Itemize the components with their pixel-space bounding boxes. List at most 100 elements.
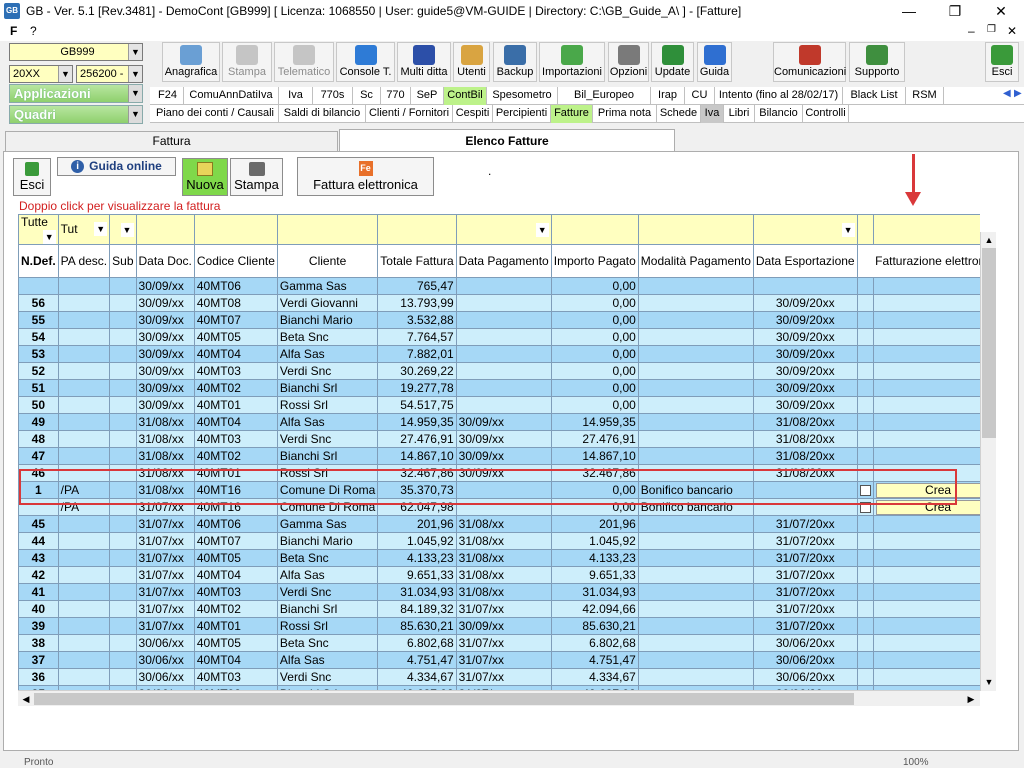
tab-intento-fino-al-28-02-17[interactable]: Intento (fino al 28/02/17) [715, 87, 843, 105]
filter-cell[interactable]: ▼ [752, 214, 858, 245]
filter-cell[interactable]: ▼ [455, 214, 552, 245]
toolbar-anagrafica-button[interactable]: Anagrafica [162, 42, 220, 82]
hscroll-thumb[interactable] [34, 693, 854, 705]
toolbar-multi-ditta-button[interactable]: Multi ditta [397, 42, 451, 82]
filter-cell[interactable] [276, 214, 379, 245]
filter-cell[interactable] [550, 214, 639, 245]
tab-irap[interactable]: Irap [651, 87, 685, 105]
mdi-close-button[interactable]: ✕ [1007, 24, 1017, 38]
toolbar-backup-button[interactable]: Backup [493, 42, 537, 82]
subtab-percipienti[interactable]: Percipienti [493, 105, 551, 123]
filter-cell[interactable] [193, 214, 278, 245]
table-row[interactable]: 48 31/08/xx 40MT03 Verdi Snc 27.476,91 30/09/… [18, 430, 980, 448]
table-row[interactable]: 52 30/09/xx 40MT03 Verdi Snc 30.269,22 0,00 30… [18, 362, 980, 380]
fattura-elettronica-button[interactable]: Fe Fattura elettronica [297, 157, 434, 196]
toolbar-esci-button[interactable]: Esci [985, 42, 1019, 82]
close-button[interactable]: ✕ [978, 0, 1024, 23]
scroll-left-icon[interactable]: ◀ [19, 692, 33, 706]
filter-cell[interactable]: ▼ [872, 214, 980, 245]
guida-online-button[interactable]: i Guida online [57, 157, 176, 176]
table-row[interactable]: 56 30/09/xx 40MT08 Verdi Giovanni 13.793,99 0… [18, 294, 980, 312]
mdi-minimize-button[interactable]: – [968, 24, 975, 38]
subtab-saldi-di-bilancio[interactable]: Saldi di bilancio [279, 105, 366, 123]
filter-cell[interactable] [135, 214, 195, 245]
mdi-restore-button[interactable]: ❐ [987, 24, 996, 35]
company-select[interactable]: GB999 ▼ [9, 43, 143, 61]
table-row[interactable]: 53 30/09/xx 40MT04 Alfa Sas 7.882,01 0,00 30/0… [18, 345, 980, 363]
table-row[interactable]: 55 30/09/xx 40MT07 Bianchi Mario 3.532,88 0,0… [18, 311, 980, 329]
scroll-down-icon[interactable]: ▼ [982, 675, 996, 689]
table-row[interactable]: 43 31/07/xx 40MT05 Beta Snc 4.133,23 31/08/xx… [18, 549, 980, 567]
subtab-controlli[interactable]: Controlli [803, 105, 849, 123]
filter-cell[interactable]: ▼ [109, 214, 137, 245]
tab-sc[interactable]: Sc [353, 87, 381, 105]
applicazioni-select[interactable]: Applicazioni ▼ [9, 84, 143, 103]
column-header[interactable]: Data Esportazione [752, 244, 858, 278]
column-header[interactable]: PA desc. [57, 244, 111, 278]
filter-cell[interactable] [637, 214, 754, 245]
table-row[interactable]: 47 31/08/xx 40MT02 Bianchi Srl 14.867,10 30/0… [18, 447, 980, 465]
column-header[interactable]: Importo Pagato [550, 244, 639, 278]
table-row[interactable]: 38 30/06/xx 40MT05 Beta Snc 6.802,68 31/07/xx… [18, 634, 980, 652]
tab-spesometro[interactable]: Spesometro [487, 87, 558, 105]
account-select[interactable]: 256200 - ▼ [76, 65, 143, 83]
column-header[interactable]: N.Def. [18, 244, 59, 278]
tab-770[interactable]: 770 [381, 87, 411, 105]
subtab-fatture[interactable]: Fatture [551, 105, 593, 123]
toolbar-opzioni-button[interactable]: Opzioni [608, 42, 649, 82]
column-header[interactable]: Fatturazione elettronica [873, 244, 980, 278]
table-row[interactable]: 51 30/09/xx 40MT02 Bianchi Srl 19.277,78 0,00… [18, 379, 980, 397]
tabs-scroll-right-icon[interactable]: ▶ [1014, 88, 1022, 99]
column-header[interactable]: Cliente [276, 244, 379, 278]
menu-f[interactable]: F [10, 24, 17, 38]
quadri-select[interactable]: Quadri ▼ [9, 105, 143, 124]
tabs-scroll-left-icon[interactable]: ◀ [1003, 88, 1011, 99]
column-header[interactable]: Sub [109, 244, 137, 278]
toolbar-guida-button[interactable]: Guida [697, 42, 732, 82]
table-row[interactable]: 42 31/07/xx 40MT04 Alfa Sas 9.651,33 31/08/xx… [18, 566, 980, 584]
tab-cu[interactable]: CU [685, 87, 715, 105]
toolbar-update-button[interactable]: Update [651, 42, 694, 82]
subtab-clienti-fornitori[interactable]: Clienti / Fornitori [366, 105, 453, 123]
table-row[interactable]: 37 30/06/xx 40MT04 Alfa Sas 4.751,47 31/07/xx… [18, 651, 980, 669]
subtab-schede[interactable]: Schede [657, 105, 701, 123]
nuova-button[interactable]: Nuova [182, 158, 228, 196]
tab-f24[interactable]: F24 [152, 87, 184, 105]
restore-button[interactable]: ❐ [932, 0, 978, 23]
menu-help[interactable]: ? [30, 24, 37, 38]
tab-fattura[interactable]: Fattura [5, 131, 338, 151]
tab-sep[interactable]: SeP [411, 87, 444, 105]
toolbar-console-t-button[interactable]: Console T. [336, 42, 395, 82]
tab-770s[interactable]: 770s [313, 87, 353, 105]
toolbar-utenti-button[interactable]: Utenti [453, 42, 490, 82]
table-row[interactable]: 39 31/07/xx 40MT01 Rossi Srl 85.630,21 30/09/… [18, 617, 980, 635]
year-select[interactable]: 20XX ▼ [9, 65, 73, 83]
tab-rsm[interactable]: RSM [906, 87, 944, 105]
tab-comuanndatiiva[interactable]: ComuAnnDatiIva [184, 87, 279, 105]
table-row[interactable]: 44 31/07/xx 40MT07 Bianchi Mario 1.045,92 31/… [18, 532, 980, 550]
scroll-right-icon[interactable]: ▶ [964, 692, 978, 706]
filter-cell[interactable] [377, 214, 457, 245]
table-row[interactable]: 45 31/07/xx 40MT06 Gamma Sas 201,96 31/08/xx 2… [18, 515, 980, 533]
filter-cell[interactable]: Tutte ▼ [18, 214, 59, 245]
tab-iva[interactable]: Iva [279, 87, 313, 105]
tab-contbil[interactable]: ContBil [444, 87, 487, 105]
toolbar-importazioni-button[interactable]: Importazioni [539, 42, 605, 82]
table-row[interactable]: 30/09/xx 40MT06 Gamma Sas 765,47 0,00 [18, 277, 980, 295]
subtab-libri[interactable]: Libri [724, 105, 755, 123]
vertical-scrollbar[interactable]: ▲ ▼ [980, 232, 996, 691]
filter-cell[interactable]: Tut ▼ [57, 214, 111, 245]
subtab-bilancio[interactable]: Bilancio [755, 105, 803, 123]
esci-button[interactable]: Esci [13, 158, 51, 196]
toolbar-supporto-button[interactable]: Supporto [849, 42, 905, 82]
table-row[interactable]: 40 31/07/xx 40MT02 Bianchi Srl 84.189,32 31/0… [18, 600, 980, 618]
stampa-button[interactable]: Stampa [230, 158, 283, 196]
minimize-button[interactable]: — [886, 0, 932, 23]
column-header[interactable]: Totale Fattura [377, 244, 457, 278]
column-header[interactable]: Modalità Pagamento [637, 244, 754, 278]
column-header[interactable]: Data Pagamento [455, 244, 552, 278]
scroll-up-icon[interactable]: ▲ [982, 233, 996, 247]
table-row[interactable]: 54 30/09/xx 40MT05 Beta Snc 7.764,57 0,00 30/0… [18, 328, 980, 346]
subtab-prima-nota[interactable]: Prima nota [593, 105, 657, 123]
table-row[interactable]: 49 31/08/xx 40MT04 Alfa Sas 14.959,35 30/09/x… [18, 413, 980, 431]
